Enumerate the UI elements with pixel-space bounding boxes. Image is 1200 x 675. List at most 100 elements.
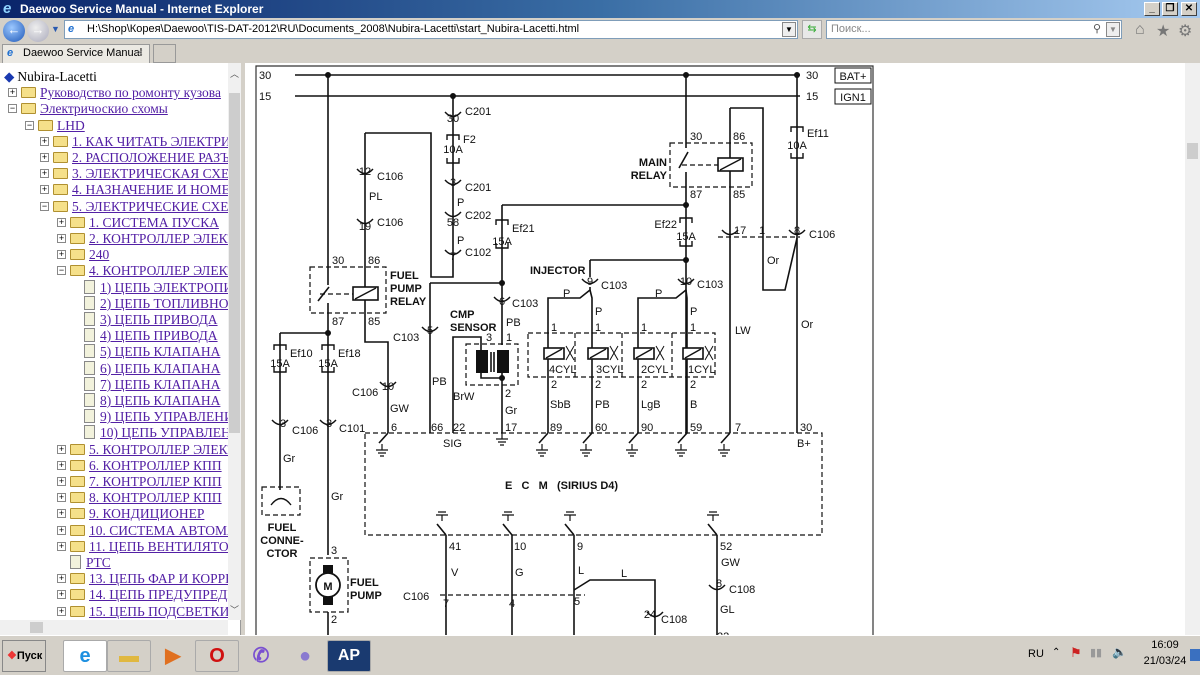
tree-item-link[interactable]: 14. ЦЕПЬ ПРЕДУПРЕДИТЕЛЬНОЙ — [89, 587, 240, 602]
expand-icon[interactable]: + — [57, 493, 66, 503]
tree-item[interactable]: 7) ЦЕПЬ КЛАПАНА — [84, 376, 220, 393]
expand-icon[interactable]: + — [8, 88, 17, 98]
expand-icon[interactable]: + — [40, 185, 49, 195]
expand-icon[interactable]: + — [57, 509, 66, 519]
tree-item[interactable]: 2. РАСПОЛОЖЕНИЕ РАЗЪЕМОВ — [53, 150, 240, 166]
tree-item[interactable]: 4. НАЗНАЧЕНИЕ И НОМЕРА — [53, 182, 240, 198]
tree-item[interactable]: 11. ЦЕПЬ ВЕНТИЛЯТОРА — [70, 539, 240, 555]
forward-icon[interactable]: → — [27, 20, 49, 42]
tree-item[interactable]: 6) ЦЕПЬ КЛАПАНА — [84, 360, 220, 377]
tree-item-link[interactable]: 1. КАК ЧИТАТЬ ЭЛЕКТРИЧЕСКИЕ — [72, 134, 240, 149]
expand-icon[interactable]: + — [57, 541, 66, 551]
taskbar-internet-explorer[interactable]: e — [63, 640, 107, 672]
expand-icon[interactable]: + — [57, 590, 66, 600]
expand-icon[interactable]: + — [57, 234, 66, 243]
action-center-flag-icon[interactable]: ⚑ — [1070, 645, 1082, 661]
back-icon[interactable]: ← — [3, 20, 25, 42]
tree-item[interactable]: 13. ЦЕПЬ ФАР И КОРРЕКТОРА — [70, 571, 240, 587]
expand-icon[interactable]: + — [57, 460, 66, 470]
tree-item[interactable]: 2) ЦЕПЬ ТОПЛИВНОГО — [84, 295, 240, 312]
collapse-icon[interactable]: − — [57, 266, 66, 276]
language-indicator[interactable]: RU — [1028, 648, 1044, 660]
tree-item[interactable]: 5) ЦЕПЬ КЛАПАНА — [84, 344, 220, 360]
taskbar-ap-app[interactable]: AP — [327, 640, 371, 672]
expand-icon[interactable]: + — [57, 477, 66, 486]
show-hidden-icons[interactable]: ⌃ — [1052, 647, 1060, 658]
search-dropdown-icon[interactable]: ▼ — [1106, 22, 1120, 37]
taskbar-file-explorer[interactable]: ▬ — [107, 640, 151, 672]
tree-item-link[interactable]: 10. СИСТЕМА АВТОМАТИЧЕСКОГО — [89, 523, 240, 538]
collapse-icon[interactable]: − — [8, 104, 17, 114]
expand-icon[interactable]: + — [40, 169, 49, 179]
tree-item[interactable]: 15. ЦЕПЬ ПОДСВЕТКИ — [70, 604, 229, 620]
expand-icon[interactable]: + — [57, 444, 66, 454]
expand-icon[interactable]: + — [57, 606, 66, 616]
tree-item-link[interactable]: 9. КОНДИЦИОНЕР — [89, 506, 204, 521]
tree-item-link[interactable]: 10) ЦЕПЬ УПРАВЛЕНИЯ — [100, 425, 240, 440]
expand-icon[interactable]: + — [40, 136, 49, 146]
tree-item[interactable]: 3) ЦЕПЬ ПРИВОДА — [84, 312, 218, 328]
collapse-icon[interactable]: − — [25, 120, 34, 130]
tree-item-link[interactable]: 11. ЦЕПЬ ВЕНТИЛЯТОРА — [89, 539, 240, 554]
refresh-icon[interactable]: ⇆ — [802, 20, 822, 39]
tree-item[interactable]: 2. КОНТРОЛЛЕР ЭЛЕКТРОННОЙ — [70, 231, 240, 247]
tree-item-link[interactable]: Электричоскио схомы — [40, 101, 168, 116]
tree-item[interactable]: 1) ЦЕПЬ ЭЛЕКТРОПИТАНИЯ — [84, 279, 240, 296]
taskbar-viber[interactable]: ✆ — [239, 640, 283, 672]
expand-icon[interactable]: + — [57, 574, 66, 584]
close-button[interactable]: ✕ — [1181, 2, 1197, 16]
tree-item-link[interactable]: 5) ЦЕПЬ КЛАПАНА — [100, 344, 220, 359]
tree-item[interactable]: Электричоскио схомы — [21, 101, 168, 117]
tree-item[interactable]: 1. КАК ЧИТАТЬ ЭЛЕКТРИЧЕСКИЕ — [53, 134, 240, 150]
expand-icon[interactable]: + — [57, 250, 66, 260]
tree-item-link[interactable]: 7. КОНТРОЛЛЕР КПП — [89, 474, 222, 489]
tree-item-link[interactable]: 1) ЦЕПЬ ЭЛЕКТРОПИТАНИЯ — [100, 280, 240, 295]
network-icon[interactable]: ▮▮ — [1090, 646, 1102, 659]
tree-item-link[interactable]: 15. ЦЕПЬ ПОДСВЕТКИ — [89, 604, 229, 619]
tree-item-link[interactable]: 8) ЦЕПЬ КЛАПАНА — [100, 393, 220, 408]
diagram-scroll-thumb[interactable] — [1187, 143, 1198, 159]
tree-item-link[interactable]: 5. КОНТРОЛЛЕР ЭЛЕКТРОННОЙ — [89, 442, 240, 457]
tree-item[interactable]: 4) ЦЕПЬ ПРИВОДА — [84, 328, 218, 344]
favorites-icon[interactable]: ★ — [1156, 21, 1170, 41]
tree-item-link[interactable]: 2. РАСПОЛОЖЕНИЕ РАЗЪЕМОВ — [72, 150, 240, 165]
tree-item[interactable]: 9) ЦЕПЬ УПРАВЛЕНИЯ — [84, 409, 240, 425]
new-tab-button[interactable] — [153, 44, 176, 63]
tree-item-link[interactable]: 5. ЭЛЕКТРИЧЕСКИЕ СХЕМЫ — [72, 199, 240, 214]
tree-item-link[interactable]: 4) ЦЕПЬ ПРИВОДА — [100, 328, 218, 343]
tree-item-link[interactable]: 4. НАЗНАЧЕНИЕ И НОМЕРА — [72, 182, 240, 197]
tree-item-link[interactable]: 8. КОНТРОЛЛЕР КПП — [89, 490, 222, 505]
tree-item[interactable]: 8. КОНТРОЛЛЕР КПП — [70, 490, 222, 506]
tree-item-link[interactable]: 6. КОНТРОЛЛЕР КПП — [89, 458, 222, 473]
tree-vertical-scrollbar[interactable]: ︿ ﹀ — [228, 63, 241, 620]
tree-item-link[interactable]: 9) ЦЕПЬ УПРАВЛЕНИЯ — [100, 409, 240, 424]
tree-item-link[interactable]: Nubira-Lacetti — [17, 69, 96, 84]
tree-hscroll-thumb[interactable] — [30, 622, 43, 633]
tree-item[interactable]: 7. КОНТРОЛЛЕР КПП — [70, 474, 222, 490]
tree-item[interactable]: 9. КОНДИЦИОНЕР — [70, 506, 204, 522]
tree-item-link[interactable]: 240 — [89, 247, 109, 262]
tree-horizontal-scrollbar[interactable] — [0, 620, 228, 635]
clock-time[interactable]: 16:09 — [1143, 639, 1187, 651]
tree-item-link[interactable]: 3) ЦЕПЬ ПРИВОДА — [100, 312, 218, 327]
restore-button[interactable]: ❐ — [1162, 2, 1178, 16]
tab-close-icon[interactable]: × — [137, 45, 143, 62]
minimize-button[interactable]: _ — [1144, 2, 1160, 16]
home-icon[interactable]: ⌂ — [1135, 21, 1145, 39]
tree-item-link[interactable]: 1. СИСТЕМА ПУСКА — [89, 215, 219, 230]
search-icon[interactable]: ⚲ — [1093, 21, 1101, 38]
expand-icon[interactable]: + — [57, 217, 66, 227]
history-dropdown-icon[interactable]: ▼ — [51, 24, 60, 34]
tree-item[interactable]: 10. СИСТЕМА АВТОМАТИЧЕСКОГО — [70, 523, 240, 539]
taskbar-thunderbird[interactable]: ● — [283, 640, 327, 672]
tree-item-link[interactable]: 4. КОНТРОЛЛЕР ЭЛЕКТРОННОЙ — [89, 263, 240, 278]
tree-item[interactable]: 10) ЦЕПЬ УПРАВЛЕНИЯ — [84, 425, 240, 441]
tree-item[interactable]: 240 — [70, 247, 109, 263]
tree-item-link[interactable]: 7) ЦЕПЬ КЛАПАНА — [100, 377, 220, 392]
clock-date[interactable]: 21/03/24 — [1138, 655, 1192, 667]
tab-daewoo-service-manual[interactable]: e Daewoo Service Manual × — [2, 44, 150, 63]
diagram-vertical-scrollbar[interactable] — [1185, 63, 1200, 635]
tree-item[interactable]: 14. ЦЕПЬ ПРЕДУПРЕДИТЕЛЬНОЙ — [70, 587, 240, 603]
tree-item[interactable]: 5. КОНТРОЛЛЕР ЭЛЕКТРОННОЙ — [70, 442, 240, 458]
tree-item[interactable]: ◆ Nubira-Lacetti — [4, 69, 97, 85]
